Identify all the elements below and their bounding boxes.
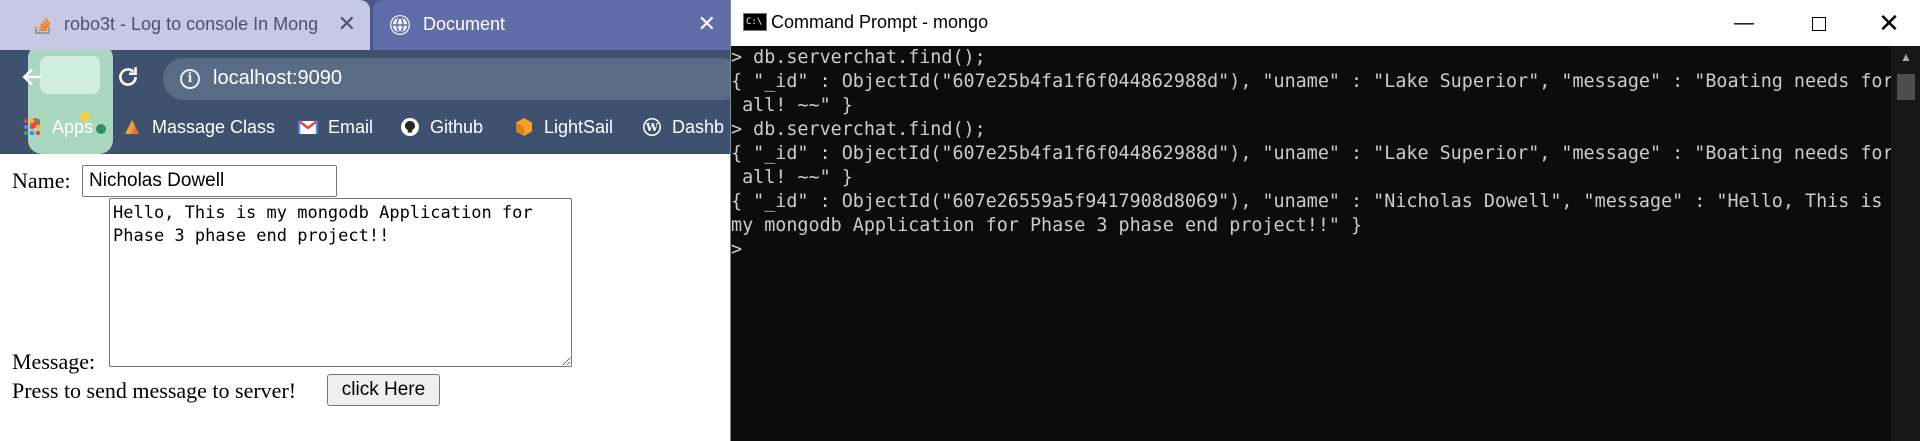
console-line: all! ~~" } xyxy=(731,167,853,188)
name-input[interactable] xyxy=(82,165,337,197)
console-output[interactable]: > db.serverchat.find(); { "_id" : Object… xyxy=(731,46,1894,441)
page-content: Name: Hello, This is my mongodb Applicat… xyxy=(0,154,730,441)
stackoverflow-icon xyxy=(35,17,51,34)
bookmark-label: Apps xyxy=(52,116,94,137)
maximize-button[interactable] xyxy=(1789,6,1849,40)
tab-robo3t[interactable]: robo3t - Log to console In Mong ✕ xyxy=(0,0,370,50)
github-icon xyxy=(401,118,419,136)
cmd-titlebar[interactable]: C:\ Command Prompt - mongo — ✕ xyxy=(731,0,1920,46)
tab-close-icon[interactable]: ✕ xyxy=(338,12,356,36)
minimize-button[interactable]: — xyxy=(1714,6,1774,40)
close-button[interactable]: ✕ xyxy=(1859,6,1919,40)
maximize-icon xyxy=(1812,16,1826,31)
svg-text:W: W xyxy=(645,121,659,134)
bookmark-label: Massage Class xyxy=(152,116,276,137)
command-prompt-window: C:\ Command Prompt - mongo — ✕ > db.serv… xyxy=(730,0,1920,441)
bookmark-apps[interactable]: Apps xyxy=(22,112,93,142)
tab-title: Document xyxy=(423,14,506,34)
message-label: Message: xyxy=(12,349,96,374)
globe-icon xyxy=(390,15,410,35)
bookmark-email[interactable]: Email xyxy=(298,112,373,142)
scroll-thumb[interactable] xyxy=(1897,74,1915,100)
gmail-icon xyxy=(298,120,318,134)
wordpress-icon: W xyxy=(643,118,661,136)
send-instruction-label: Press to send message to server! xyxy=(12,378,297,403)
name-label: Name: xyxy=(12,168,71,193)
console-line: { "_id" : ObjectId("607e25b4fa1f6f044862… xyxy=(731,143,1894,164)
console-line: { "_id" : ObjectId("607e26559a5f9417908d… xyxy=(731,191,1883,212)
address-bar[interactable]: i localhost:9090 xyxy=(163,58,730,100)
bookmark-label: LightSail xyxy=(544,116,614,137)
tab-title: robo3t - Log to console In Mong xyxy=(64,14,319,34)
browser-toolbar: i localhost:9090 Apps Massage Class Emai… xyxy=(0,50,730,154)
massage-icon xyxy=(125,120,139,134)
bookmark-label: Github xyxy=(430,116,484,137)
console-line: all! ~~" } xyxy=(731,95,853,116)
apps-grid-icon xyxy=(23,118,41,136)
back-arrow-icon[interactable] xyxy=(20,64,46,90)
send-button[interactable]: click Here xyxy=(327,374,440,406)
console-line: > db.serverchat.find(); xyxy=(731,119,986,140)
url-text[interactable]: localhost:9090 xyxy=(213,67,342,90)
bookmark-label: Email xyxy=(328,116,374,137)
console-line: > db.serverchat.find(); xyxy=(731,47,986,68)
console-line: { "_id" : ObjectId("607e25b4fa1f6f044862… xyxy=(731,71,1894,92)
bookmark-massage-class[interactable]: Massage Class xyxy=(122,112,275,142)
browser-window: robo3t - Log to console In Mong ✕ Docume… xyxy=(0,0,730,441)
lightsail-icon xyxy=(516,118,532,136)
console-line: my mongodb Application for Phase 3 phase… xyxy=(731,215,1363,236)
message-textarea[interactable]: Hello, This is my mongodb Application fo… xyxy=(109,198,572,367)
bookmark-github[interactable]: Github xyxy=(400,112,483,142)
console-scrollbar[interactable]: ▲ xyxy=(1891,46,1920,441)
info-icon[interactable]: i xyxy=(180,69,200,89)
bookmark-label: Dashb xyxy=(672,116,725,137)
console-prompt: > xyxy=(731,239,743,260)
bookmark-lightsail[interactable]: LightSail xyxy=(514,112,613,142)
reload-icon[interactable] xyxy=(115,64,141,90)
bookmark-dashboard[interactable]: W Dashb xyxy=(642,112,724,142)
tab-strip: robo3t - Log to console In Mong ✕ Docume… xyxy=(0,0,730,50)
cmd-title: Command Prompt - mongo xyxy=(771,12,989,32)
scroll-up-icon[interactable]: ▲ xyxy=(1891,50,1920,64)
cmd-app-icon: C:\ xyxy=(743,13,767,31)
tab-close-icon[interactable]: ✕ xyxy=(698,12,716,36)
tab-document[interactable]: Document ✕ xyxy=(373,0,730,50)
